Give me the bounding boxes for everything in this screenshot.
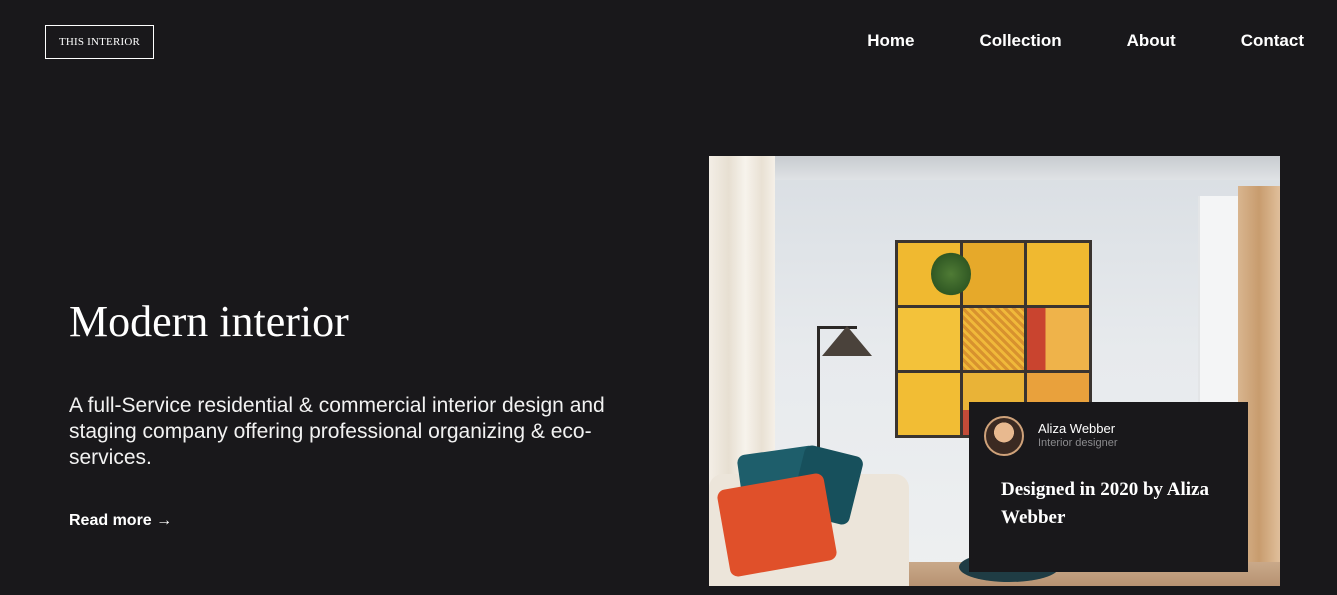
photo-plant	[931, 252, 971, 296]
nav-contact[interactable]: Contact	[1241, 30, 1304, 52]
avatar	[984, 416, 1024, 456]
nav-home[interactable]: Home	[867, 30, 914, 52]
designer-card: Aliza Webber Interior designer Designed …	[969, 402, 1248, 572]
hero-description: A full-Service residential & commercial …	[69, 394, 605, 469]
designer-role: Interior designer	[1038, 437, 1118, 449]
main-nav: Home Collection About Contact	[867, 30, 1304, 52]
logo[interactable]: THIS INTERIOR	[45, 25, 154, 59]
nav-about[interactable]: About	[1127, 30, 1176, 52]
read-more-link[interactable]: Read more →	[69, 512, 172, 530]
nav-collection[interactable]: Collection	[979, 30, 1061, 52]
photo-ceiling	[709, 156, 1280, 180]
photo-pillow-orange	[716, 472, 838, 578]
designer-name: Aliza Webber	[1038, 421, 1116, 436]
card-headline: Designed in 2020 by Aliza Webber	[1001, 479, 1209, 528]
hero-title: Modern interior	[69, 297, 349, 346]
